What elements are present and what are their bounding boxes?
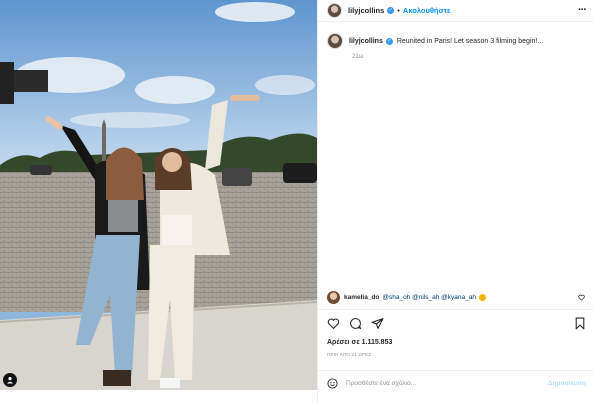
comment-icon[interactable] [349, 317, 362, 330]
more-options-icon[interactable]: ··· [578, 4, 587, 16]
add-comment-bar: Δημοσίευση [318, 370, 593, 396]
comment-input[interactable] [346, 380, 526, 387]
caption-text: Reunited in Paris! Let season 3 filming … [396, 37, 544, 45]
verified-badge-icon: ✓ [387, 7, 395, 14]
comment-heart-icon[interactable] [578, 294, 585, 301]
post-timestamp[interactable]: ΠΡΙΝ ΑΠΟ 21 ΩΡΕΣ [327, 352, 371, 357]
heart-eyes-emoji-icon [478, 294, 486, 301]
post-photo[interactable] [0, 0, 317, 390]
post-header: lilyjcollins ✓ • Ακολουθήστε ··· [318, 0, 593, 22]
avatar[interactable] [327, 3, 342, 18]
bookmark-icon[interactable] [574, 317, 586, 330]
follow-button[interactable]: Ακολουθήστε [403, 6, 451, 15]
comment-item: kamelia_do @sha_oh @nils_ah @kyana_ah [327, 291, 589, 304]
verified-badge-icon: ✓ [385, 37, 393, 45]
caption-row: lilyjcollins ✓ Reunited in Paris! Let se… [327, 33, 543, 49]
share-icon[interactable] [371, 317, 384, 330]
post-comment-button[interactable]: Δημοσίευση [548, 380, 586, 387]
person-glyph [7, 377, 13, 384]
caption-timestamp[interactable]: 21ω [352, 54, 363, 60]
comment-mentions[interactable]: @sha_oh @nils_ah @kyana_ah [382, 294, 476, 301]
user-tag-icon[interactable] [3, 373, 17, 387]
photo-illustration [0, 0, 317, 390]
likes-count[interactable]: Αρέσει σε 1.115.853 [327, 339, 392, 346]
heart-icon[interactable] [327, 317, 340, 330]
post-actions-bar [318, 309, 593, 335]
post-side-panel: lilyjcollins ✓ • Ακολουθήστε ··· lilyjco… [317, 0, 593, 403]
caption-username-link[interactable]: lilyjcollins [349, 38, 383, 45]
avatar[interactable] [327, 33, 343, 49]
separator-dot: • [397, 6, 400, 15]
username-link[interactable]: lilyjcollins [348, 6, 384, 15]
commenter-username-link[interactable]: kamelia_do [344, 294, 379, 301]
commenter-avatar[interactable] [327, 291, 340, 304]
emoji-icon[interactable] [327, 378, 338, 389]
